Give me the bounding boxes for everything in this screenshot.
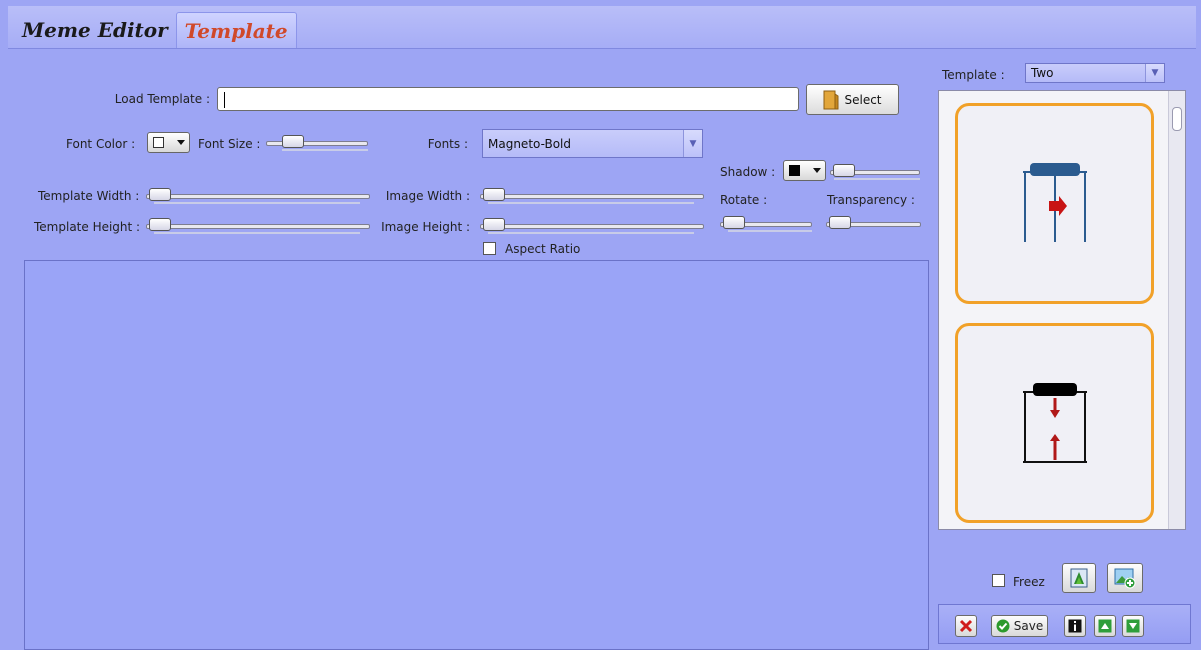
slider-underline	[154, 202, 360, 204]
slider-underline	[488, 202, 694, 204]
slider-underline	[834, 178, 920, 180]
slider-thumb[interactable]	[483, 188, 505, 201]
shadow-label: Shadow :	[720, 165, 776, 179]
fonts-select[interactable]: Magneto-Bold ▼	[482, 129, 703, 158]
slider-thumb[interactable]	[149, 218, 171, 231]
add-image-button[interactable]	[1107, 563, 1143, 593]
chevron-down-icon	[813, 168, 821, 173]
arrow-up-icon	[1098, 619, 1112, 633]
info-icon	[1068, 619, 1082, 633]
template-select-value: Two	[1031, 66, 1054, 80]
close-button[interactable]	[955, 615, 977, 637]
font-color-label: Font Color :	[66, 137, 136, 151]
tab-meme-editor[interactable]: Meme Editor	[14, 12, 176, 48]
slider-track	[480, 194, 704, 199]
slider-underline	[728, 230, 812, 232]
move-up-button[interactable]	[1094, 615, 1116, 637]
font-color-picker[interactable]	[147, 132, 190, 153]
arrow-down-icon	[1126, 619, 1140, 633]
move-down-button[interactable]	[1122, 615, 1144, 637]
image-width-slider[interactable]	[480, 188, 704, 204]
template-select-label: Template :	[942, 68, 1005, 82]
slider-thumb[interactable]	[829, 216, 851, 229]
editor-canvas[interactable]	[24, 260, 929, 650]
select-button-label: Select	[844, 92, 882, 107]
action-bar: Save	[938, 604, 1191, 644]
shadow-color-swatch	[789, 165, 800, 176]
scan-button[interactable]	[1062, 563, 1096, 593]
template-width-slider[interactable]	[146, 188, 370, 204]
check-icon	[996, 619, 1010, 633]
image-height-slider[interactable]	[480, 218, 704, 234]
shadow-color-picker[interactable]	[783, 160, 826, 181]
slider-thumb[interactable]	[723, 216, 745, 229]
fonts-value: Magneto-Bold	[488, 136, 572, 151]
freez-checkbox[interactable]	[992, 574, 1005, 587]
load-template-label: Load Template :	[114, 92, 210, 106]
chevron-down-icon	[177, 140, 185, 145]
shadow-slider[interactable]	[830, 164, 920, 180]
chevron-down-icon: ▼	[683, 130, 702, 157]
template-horizontal-arrow-icon	[1023, 163, 1087, 242]
slider-thumb[interactable]	[483, 218, 505, 231]
font-size-slider[interactable]	[266, 135, 368, 151]
transparency-slider[interactable]	[826, 216, 921, 230]
aspect-ratio-checkbox[interactable]	[483, 242, 496, 255]
text-caret	[224, 92, 225, 108]
info-button[interactable]	[1064, 615, 1086, 637]
slider-thumb[interactable]	[282, 135, 304, 148]
template-card-1[interactable]	[955, 103, 1154, 304]
slider-thumb[interactable]	[149, 188, 171, 201]
slider-track	[146, 194, 370, 199]
tab-bar: Meme Editor Template	[14, 12, 297, 48]
rotate-label: Rotate :	[720, 193, 768, 207]
scrollbar-thumb[interactable]	[1172, 107, 1182, 131]
font-size-label: Font Size :	[198, 137, 261, 151]
transparency-label: Transparency :	[827, 193, 915, 207]
template-list-scrollbar[interactable]	[1168, 91, 1185, 529]
tab-template[interactable]: Template	[175, 12, 297, 48]
freez-label: Freez	[1013, 575, 1045, 589]
slider-track	[480, 224, 704, 229]
fonts-label: Fonts :	[427, 137, 468, 151]
slider-track	[146, 224, 370, 229]
template-select[interactable]: Two ▼	[1025, 63, 1165, 83]
template-list[interactable]	[938, 90, 1186, 530]
rotate-slider[interactable]	[720, 216, 812, 232]
save-button-label: Save	[1013, 619, 1044, 633]
load-template-input[interactable]	[217, 87, 799, 111]
folder-icon	[823, 90, 839, 109]
close-icon	[959, 619, 973, 633]
slider-thumb[interactable]	[833, 164, 855, 177]
template-card-2[interactable]	[955, 323, 1154, 523]
template-width-label: Template Width :	[38, 189, 140, 203]
slider-underline	[282, 149, 368, 151]
select-button[interactable]: Select	[806, 84, 899, 115]
add-image-icon	[1114, 568, 1136, 589]
font-color-swatch	[153, 137, 164, 148]
chevron-down-icon: ▼	[1145, 64, 1164, 82]
image-height-label: Image Height :	[381, 220, 470, 234]
template-height-label: Template Height :	[34, 220, 141, 234]
slider-underline	[488, 232, 694, 234]
slider-underline	[154, 232, 360, 234]
template-height-slider[interactable]	[146, 218, 370, 234]
template-vertical-arrows-icon	[1023, 383, 1087, 463]
image-width-label: Image Width :	[385, 189, 470, 203]
scan-icon	[1070, 568, 1088, 588]
aspect-ratio-label: Aspect Ratio	[505, 242, 581, 256]
save-button[interactable]: Save	[991, 615, 1048, 637]
